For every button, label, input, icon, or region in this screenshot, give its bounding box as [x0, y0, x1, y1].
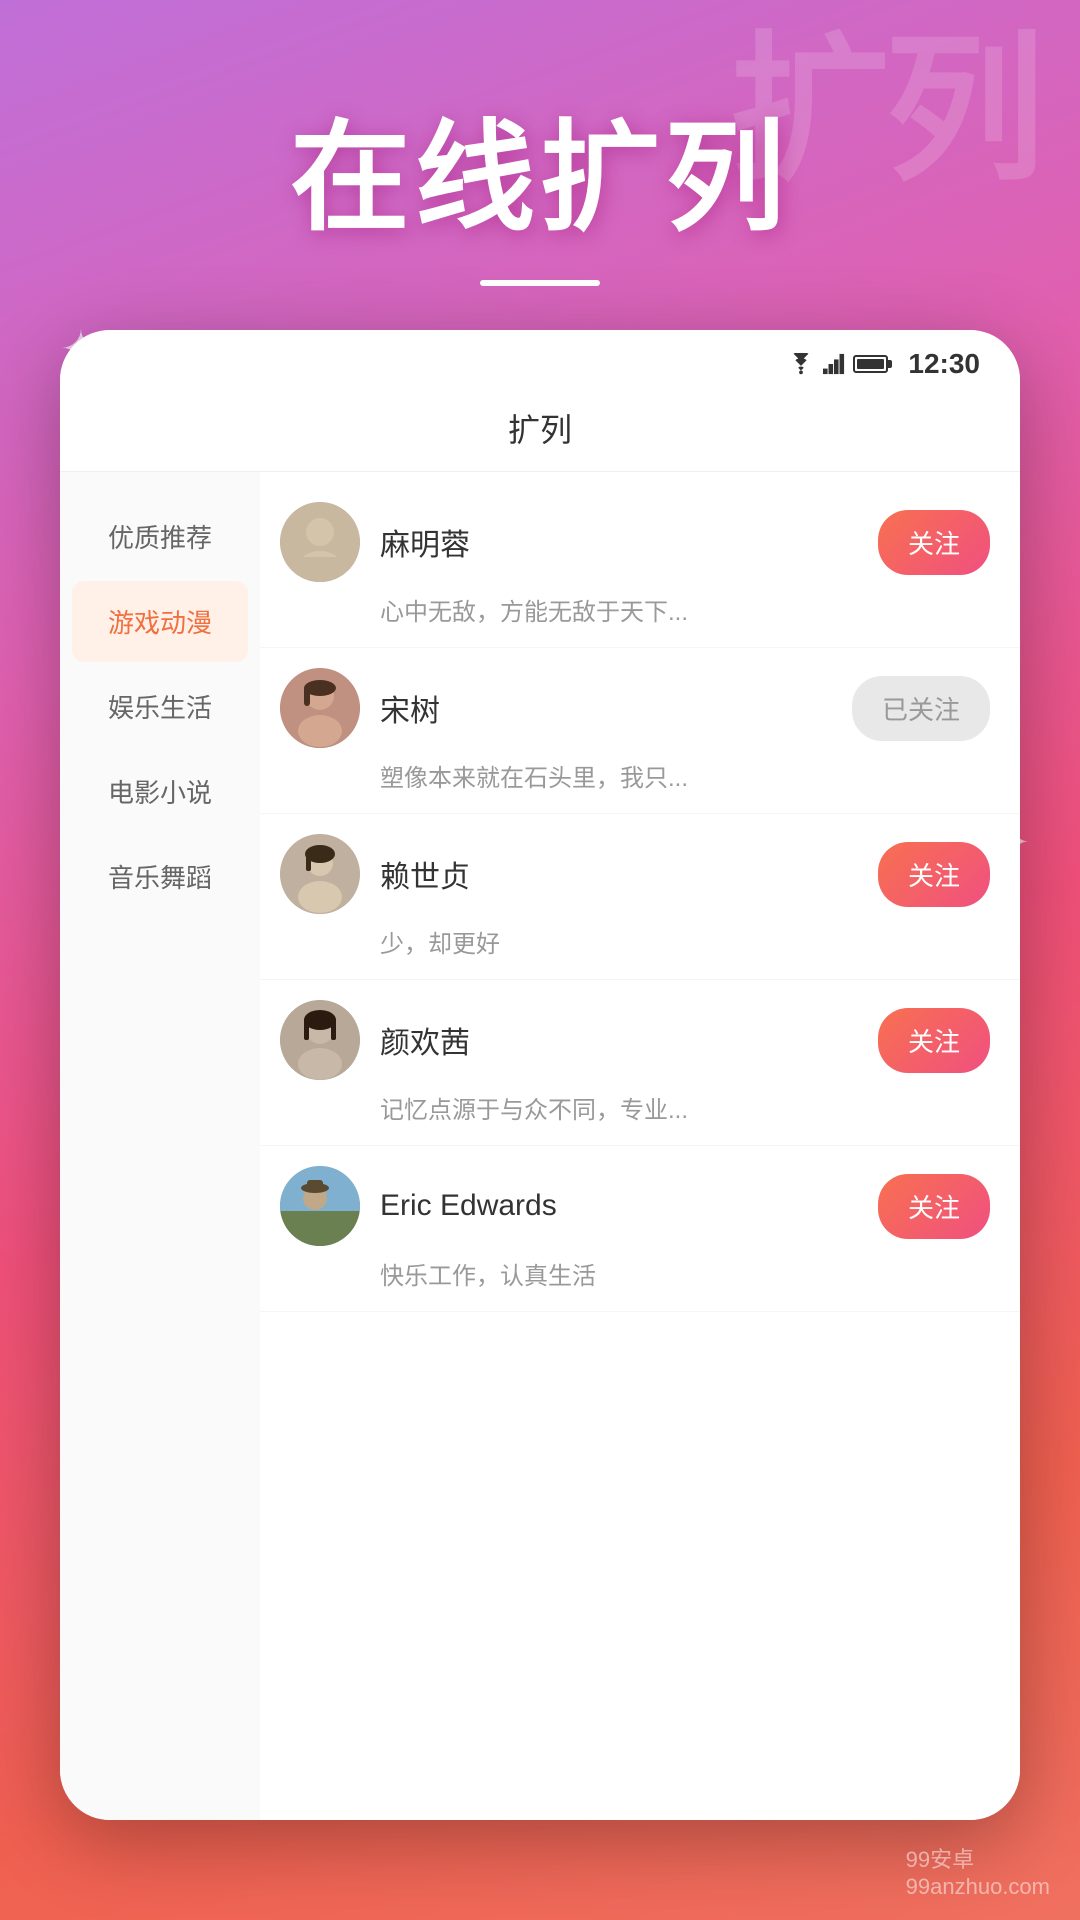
avatar — [280, 502, 360, 582]
list-item: 宋树 已关注 塑像本来就在石头里，我只... — [260, 648, 1020, 814]
status-icons — [787, 353, 888, 375]
user-bio: 快乐工作，认真生活 — [280, 1256, 990, 1291]
avatar — [280, 834, 360, 914]
avatar — [280, 1166, 360, 1246]
sidebar-item-recommended[interactable]: 优质推荐 — [72, 496, 248, 577]
battery-icon — [853, 355, 888, 373]
user-bio: 少，却更好 — [280, 924, 990, 959]
user-name: 宋树 — [380, 686, 832, 730]
user-bio: 心中无敌，方能无敌于天下... — [280, 592, 990, 627]
status-time: 12:30 — [908, 348, 980, 380]
phone-mockup: 12:30 扩列 优质推荐 游戏动漫 娱乐生活 电影小说 音乐舞蹈 — [60, 330, 1020, 1820]
sidebar-item-music[interactable]: 音乐舞蹈 — [72, 836, 248, 917]
avatar — [280, 668, 360, 748]
follow-button[interactable]: 关注 — [878, 510, 990, 575]
watermark: 99安卓99anzhuo.com — [906, 1842, 1050, 1900]
user-header-1: 麻明蓉 关注 — [280, 502, 990, 582]
main-title: 在线扩列 — [0, 80, 1080, 254]
list-item: 赖世贞 关注 少，却更好 — [260, 814, 1020, 980]
follow-button[interactable]: 关注 — [878, 1008, 990, 1073]
sidebar: 优质推荐 游戏动漫 娱乐生活 电影小说 音乐舞蹈 — [60, 472, 260, 1820]
user-header-2: 宋树 已关注 — [280, 668, 990, 748]
list-item: 麻明蓉 关注 心中无敌，方能无敌于天下... — [260, 482, 1020, 648]
list-item: 颜欢茜 关注 记忆点源于与众不同，专业... — [260, 980, 1020, 1146]
user-header-5: Eric Edwards 关注 — [280, 1166, 990, 1246]
user-name: 麻明蓉 — [380, 520, 858, 564]
wifi-icon — [787, 353, 815, 375]
sidebar-item-anime[interactable]: 游戏动漫 — [72, 581, 248, 662]
user-name: 赖世贞 — [380, 852, 858, 896]
user-name: 颜欢茜 — [380, 1018, 858, 1062]
app-title-bar: 扩列 — [60, 390, 1020, 472]
follow-button[interactable]: 关注 — [878, 1174, 990, 1239]
follow-button[interactable]: 关注 — [878, 842, 990, 907]
user-header-3: 赖世贞 关注 — [280, 834, 990, 914]
user-bio: 塑像本来就在石头里，我只... — [280, 758, 990, 793]
content-area: 优质推荐 游戏动漫 娱乐生活 电影小说 音乐舞蹈 — [60, 472, 1020, 1820]
user-bio: 记忆点源于与众不同，专业... — [280, 1090, 990, 1125]
sidebar-item-entertainment[interactable]: 娱乐生活 — [72, 666, 248, 747]
user-list: 麻明蓉 关注 心中无敌，方能无敌于天下... — [260, 472, 1020, 1820]
avatar — [280, 1000, 360, 1080]
app-title: 扩列 — [508, 412, 572, 448]
list-item: Eric Edwards 关注 快乐工作，认真生活 — [260, 1146, 1020, 1312]
status-bar: 12:30 — [60, 330, 1020, 390]
signal-icon — [823, 353, 845, 375]
user-name: Eric Edwards — [380, 1189, 858, 1223]
title-divider — [480, 280, 600, 286]
user-header-4: 颜欢茜 关注 — [280, 1000, 990, 1080]
sidebar-item-movies[interactable]: 电影小说 — [72, 751, 248, 832]
following-button[interactable]: 已关注 — [852, 676, 990, 741]
